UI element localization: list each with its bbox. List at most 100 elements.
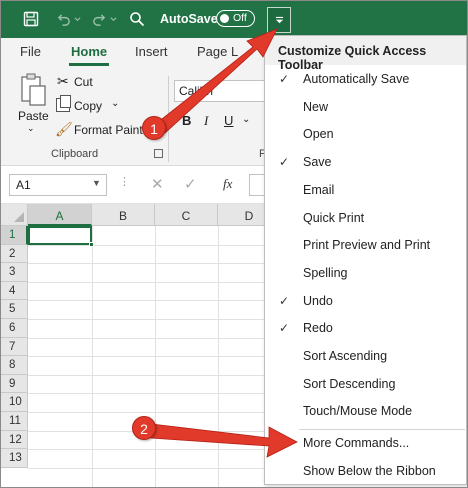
paintbrush-icon[interactable]: 🖌 xyxy=(55,121,73,138)
row-header[interactable]: 2 xyxy=(1,244,28,264)
select-all-icon xyxy=(14,212,24,222)
row-header[interactable]: 13 xyxy=(1,449,28,468)
checkmark-icon: ✓ xyxy=(279,72,290,86)
menu-item-label: Sort Descending xyxy=(303,376,396,391)
menu-item-label: Print Preview and Print xyxy=(303,238,431,253)
menu-item-more-commands[interactable]: More Commands... xyxy=(265,430,466,456)
gridline xyxy=(28,449,271,451)
menu-item-automatically-save[interactable]: ✓ Automatically Save xyxy=(265,66,466,92)
autosave-state: Off xyxy=(233,12,247,24)
row-header[interactable]: 1 xyxy=(1,226,28,245)
selected-cell[interactable] xyxy=(28,226,92,245)
undo-dropdown-icon[interactable] xyxy=(72,9,82,29)
cancel-icon[interactable]: ✕ xyxy=(151,175,164,193)
title-bar: AutoSave Off xyxy=(1,1,467,38)
gridline xyxy=(28,374,271,376)
autosave-label: AutoSave xyxy=(160,12,218,26)
row-header[interactable]: 5 xyxy=(1,300,28,319)
column-header[interactable]: A xyxy=(28,204,92,226)
redo-icon[interactable] xyxy=(89,9,109,29)
menu-item-new[interactable]: New xyxy=(265,94,466,120)
checkmark-icon: ✓ xyxy=(279,155,290,170)
chevron-down-icon[interactable]: ▼ xyxy=(92,178,101,188)
row-header[interactable]: 3 xyxy=(1,263,28,282)
italic-button[interactable]: I xyxy=(204,113,208,129)
gridline xyxy=(28,319,271,320)
group-divider xyxy=(168,76,169,162)
row-header[interactable]: 12 xyxy=(1,430,28,450)
gridline xyxy=(28,337,271,339)
underline-button[interactable]: U xyxy=(224,113,233,128)
customize-qat-button[interactable] xyxy=(267,7,291,33)
bold-button[interactable]: B xyxy=(182,113,191,128)
menu-item-spelling[interactable]: Spelling xyxy=(265,260,466,286)
menu-item-label: More Commands... xyxy=(303,436,410,450)
tab-home[interactable]: Home xyxy=(71,44,107,59)
chevron-down-icon[interactable]: ⌄ xyxy=(111,98,119,109)
tab-file[interactable]: File xyxy=(20,44,41,59)
row-header[interactable]: 7 xyxy=(1,337,28,357)
row-header[interactable]: 6 xyxy=(1,319,28,338)
more-icon[interactable]: ⋮ xyxy=(119,175,130,188)
fill-handle[interactable] xyxy=(89,242,94,247)
checkmark-icon[interactable]: ✓ xyxy=(184,175,197,193)
menu-item-sort-descending[interactable]: Sort Descending xyxy=(265,371,466,397)
cut-button[interactable]: Cut xyxy=(74,75,93,89)
active-tab-indicator xyxy=(69,63,109,66)
tab-page-layout[interactable]: Page L xyxy=(197,44,238,59)
row-header[interactable]: 10 xyxy=(1,393,28,412)
font-name-box[interactable]: Calibri xyxy=(174,80,266,102)
menu-item-print-preview[interactable]: Print Preview and Print xyxy=(265,232,466,258)
menu-item-touch-mouse-mode[interactable]: Touch/Mouse Mode xyxy=(265,398,466,424)
menu-item-label: Open xyxy=(303,127,334,142)
menu-item-undo[interactable]: ✓ Undo xyxy=(265,288,466,314)
excel-window: AutoSave Off File Home Insert Page L Pas… xyxy=(0,0,468,488)
checkmark-icon: ✓ xyxy=(279,293,290,308)
paste-button[interactable]: Paste xyxy=(18,109,49,123)
copy-button[interactable]: Copy xyxy=(74,99,102,113)
chevron-down-icon[interactable]: ⌄ xyxy=(27,123,35,134)
undo-icon[interactable] xyxy=(53,9,73,29)
dialog-launcher-icon[interactable] xyxy=(154,149,163,158)
menu-item-label: Spelling xyxy=(303,265,348,280)
insert-function-button[interactable]: fx xyxy=(223,176,232,192)
menu-item-show-below-ribbon[interactable]: Show Below the Ribbon xyxy=(265,458,466,484)
search-icon[interactable] xyxy=(127,9,147,29)
menu-item-sort-ascending[interactable]: Sort Ascending xyxy=(265,343,466,369)
menu-item-open[interactable]: Open xyxy=(265,121,466,147)
gridline xyxy=(28,393,271,395)
autosave-toggle[interactable]: Off xyxy=(216,10,255,27)
gridline xyxy=(28,356,271,358)
annotation-badge-2: 2 xyxy=(132,416,156,440)
menu-item-save[interactable]: ✓ Save xyxy=(265,149,466,175)
menu-item-label: Save xyxy=(303,155,332,170)
save-icon[interactable] xyxy=(21,9,41,29)
column-header[interactable]: C xyxy=(155,204,218,226)
clipboard-group-label: Clipboard xyxy=(51,148,99,160)
gridline xyxy=(28,281,271,283)
row-header[interactable]: 4 xyxy=(1,281,28,301)
menu-title: Customize Quick Access Toolbar xyxy=(265,36,466,72)
menu-item-redo[interactable]: ✓ Redo xyxy=(265,315,466,341)
column-header[interactable]: B xyxy=(92,204,155,226)
checkmark-icon: ✓ xyxy=(279,321,290,336)
redo-dropdown-icon[interactable] xyxy=(108,9,118,29)
gridline xyxy=(28,467,271,469)
select-all-button[interactable] xyxy=(1,204,28,226)
menu-item-label: Quick Print xyxy=(303,210,365,225)
chevron-down-icon[interactable]: ⌄ xyxy=(242,114,250,125)
menu-item-label: Show Below the Ribbon xyxy=(303,464,436,478)
row-header[interactable]: 8 xyxy=(1,356,28,375)
tab-insert[interactable]: Insert xyxy=(135,44,168,59)
row-header[interactable]: 11 xyxy=(1,412,28,431)
scissors-icon[interactable]: ✂ xyxy=(57,73,69,90)
menu-item-email[interactable]: Email xyxy=(265,177,466,203)
menu-item-quick-print[interactable]: Quick Print xyxy=(265,205,466,231)
paste-icon[interactable] xyxy=(19,73,47,107)
gridline xyxy=(28,263,271,265)
copy-icon[interactable] xyxy=(56,95,71,112)
spreadsheet-grid[interactable]: A B C D 1 2 3 4 5 6 7 8 9 10 11 12 13 xyxy=(1,204,281,487)
chevron-down-icon xyxy=(275,16,283,23)
menu-item-label: Undo xyxy=(303,293,333,308)
row-header[interactable]: 9 xyxy=(1,374,28,394)
